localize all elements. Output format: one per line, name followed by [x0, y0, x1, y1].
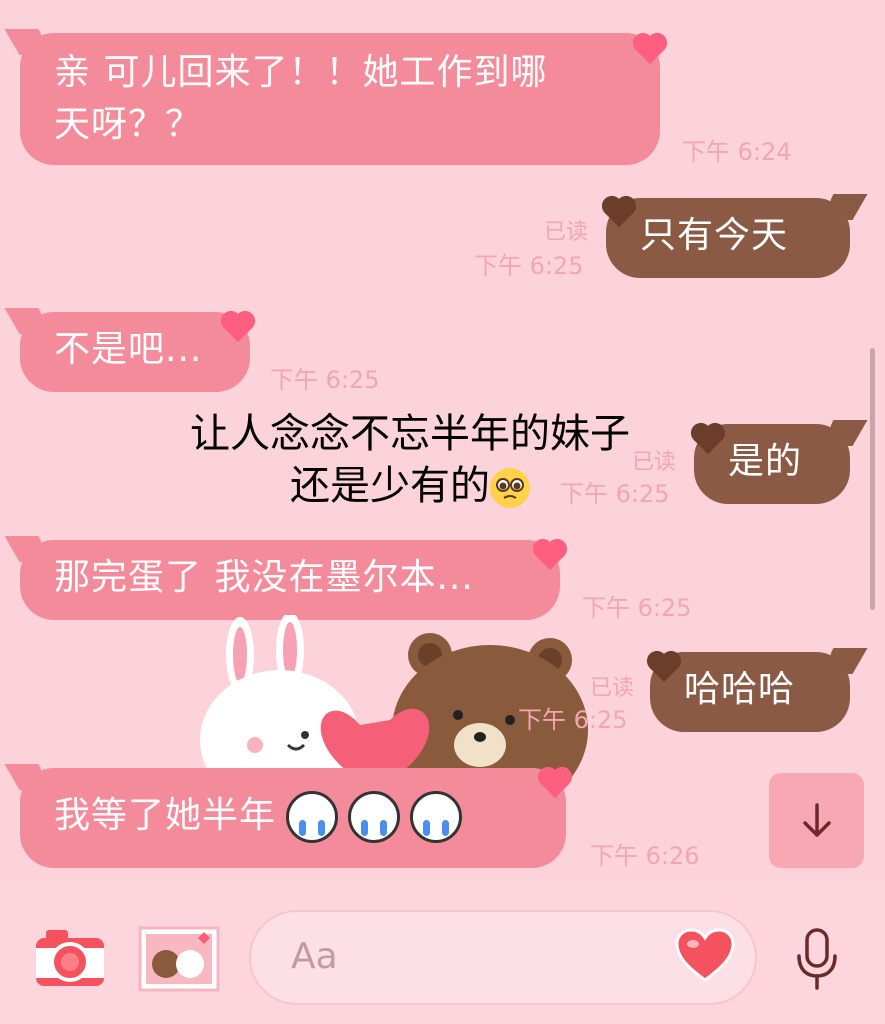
overlay-line-2: 还是少有的	[120, 460, 700, 512]
scroll-to-bottom-button[interactable]	[769, 773, 864, 868]
timestamp: 下午 6:24	[682, 138, 792, 166]
camera-icon[interactable]	[34, 928, 106, 990]
timestamp: 下午 6:25	[518, 706, 628, 734]
timestamp: 下午 6:25	[474, 252, 584, 280]
read-receipt: 已读	[543, 220, 588, 245]
overlay-line-1: 让人念念不忘半年的妹子	[190, 411, 630, 457]
message-text: 不是吧...	[54, 329, 203, 370]
timestamp: 下午 6:25	[582, 594, 692, 622]
message-text-line: 天呀？？	[54, 104, 203, 145]
overlay-caption: 让人念念不忘半年的妹子 还是少有的	[120, 408, 700, 512]
message-text: 那完蛋了 我没在墨尔本...	[54, 557, 474, 598]
message-bubble-incoming[interactable]: 那完蛋了 我没在墨尔本...	[20, 540, 560, 620]
message-bubble-incoming[interactable]: 不是吧...	[20, 312, 250, 392]
arrow-down-icon	[802, 802, 831, 837]
timestamp: 下午 6:26	[590, 842, 700, 870]
message-text: 哈哈哈	[684, 669, 796, 710]
sticker-icon[interactable]	[138, 926, 220, 992]
message-bubble-incoming[interactable]: 我等了她半年	[20, 768, 566, 868]
microphone-icon[interactable]	[794, 928, 840, 990]
crying-face-icon	[410, 791, 463, 843]
message-text-line: 亲 可儿回来了！！她工作到哪	[54, 52, 548, 93]
read-receipt: 已读	[589, 676, 634, 701]
crying-face-icon	[286, 791, 339, 843]
message-input[interactable]: Aa	[249, 910, 757, 1005]
message-text: 是的	[728, 441, 803, 482]
message-input-placeholder: Aa	[291, 936, 338, 977]
message-bubble-outgoing[interactable]: 只有今天	[606, 198, 850, 278]
message-text: 只有今天	[640, 215, 789, 256]
crying-face-icon	[348, 791, 401, 843]
pleading-face-icon	[490, 468, 530, 508]
message-bubble-incoming[interactable]: 亲 可儿回来了！！她工作到哪 天呀？？	[20, 33, 660, 165]
message-text: 我等了她半年	[54, 795, 277, 836]
heart-icon[interactable]	[675, 928, 735, 984]
timestamp: 下午 6:25	[270, 366, 380, 394]
scrollbar[interactable]	[870, 348, 875, 610]
